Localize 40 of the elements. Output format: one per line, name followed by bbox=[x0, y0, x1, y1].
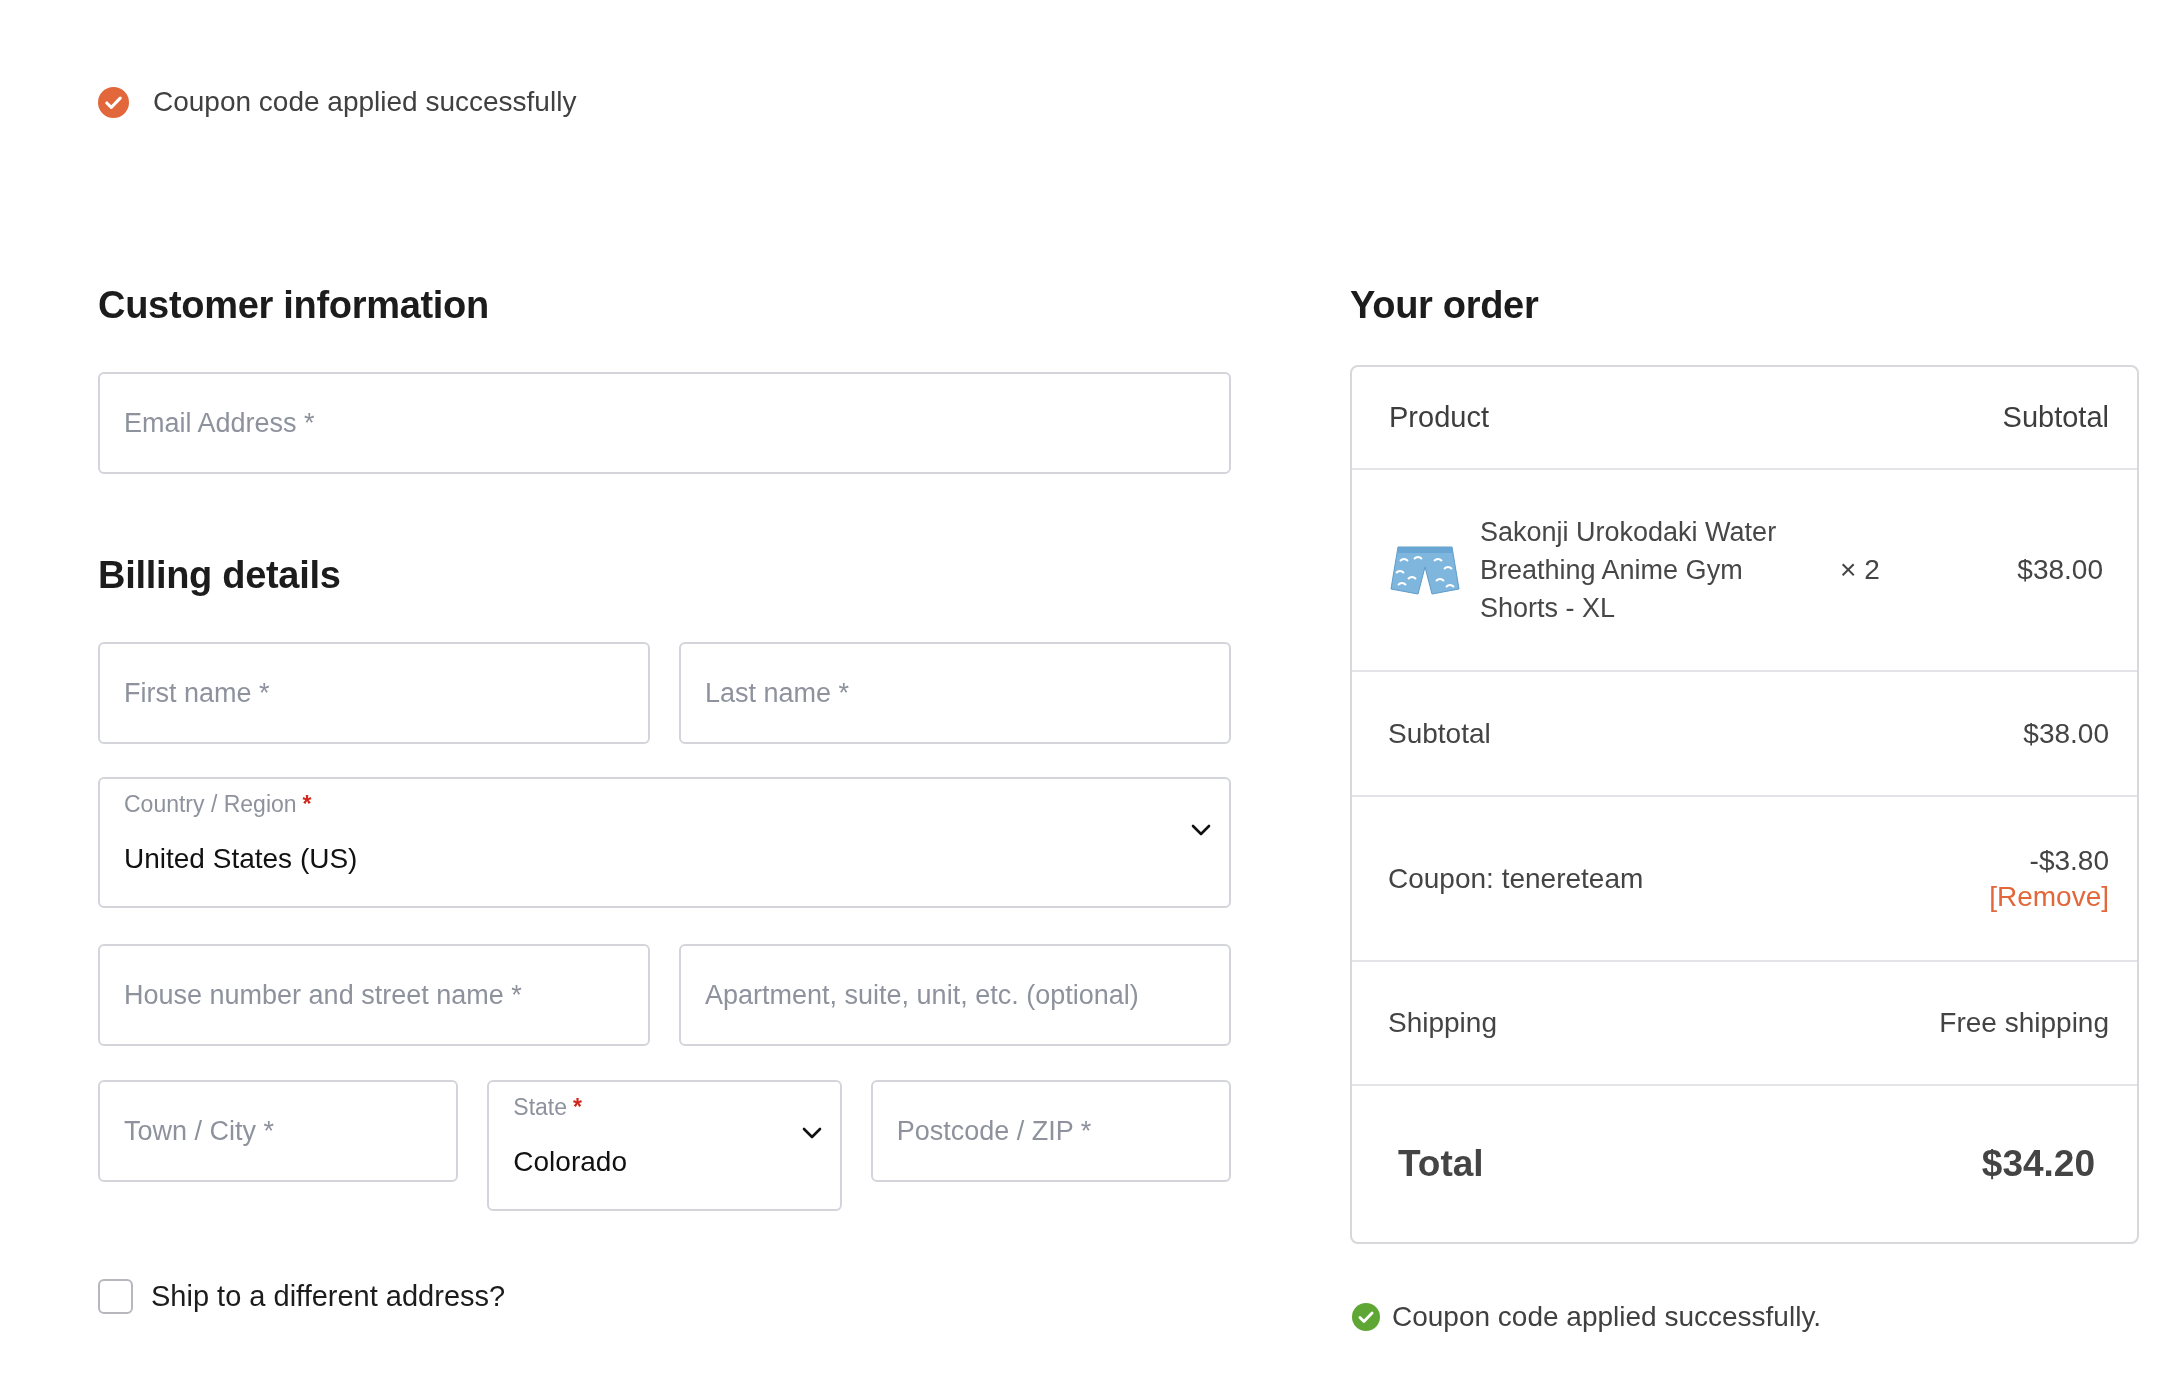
product-quantity: × 2 bbox=[1840, 554, 1881, 586]
input-field[interactable]: House number and street name * bbox=[98, 944, 650, 1046]
input-field[interactable]: Postcode / ZIP * bbox=[870, 1080, 1231, 1182]
input-field[interactable]: Email Address * bbox=[98, 372, 1231, 474]
input-field[interactable]: Apartment, suite, unit, etc. (optional) bbox=[679, 944, 1231, 1046]
field-label: Country / Region bbox=[124, 790, 297, 818]
summary-value: Free shipping bbox=[1939, 1007, 2109, 1039]
section-heading: Your order bbox=[1350, 283, 1540, 328]
product-name: Sakonji Urokodaki Water Breathing Anime Gym Shorts - XL bbox=[1480, 516, 1778, 625]
summary-label: Coupon: tenereteam bbox=[1388, 862, 1644, 895]
dropdown-field[interactable]: State * Colorado bbox=[487, 1080, 842, 1211]
chevron-down-icon bbox=[1191, 824, 1211, 836]
input-field[interactable]: First name * bbox=[98, 642, 650, 744]
column-header: Subtotal bbox=[2002, 401, 2109, 434]
required-mark: * bbox=[573, 1093, 582, 1121]
dropdown-field[interactable]: Country / Region * United States (US) bbox=[98, 777, 1231, 908]
chevron-down-icon bbox=[801, 1127, 822, 1139]
summary-label: Subtotal bbox=[1388, 717, 1491, 750]
summary-value: -$3.80 bbox=[2029, 844, 2109, 877]
checkbox-label: Ship to a different address? bbox=[151, 1280, 506, 1313]
selected-value: United States (US) bbox=[124, 843, 359, 875]
summary-label: Shipping bbox=[1388, 1007, 1497, 1039]
product-price: $38.00 bbox=[2017, 554, 2103, 586]
required-mark: * bbox=[302, 790, 312, 818]
summary-value: $34.20 bbox=[1981, 1143, 2095, 1185]
column-header: Product bbox=[1389, 401, 1489, 434]
selected-value: Colorado bbox=[513, 1146, 628, 1178]
section-heading: Billing details bbox=[98, 553, 342, 598]
notice-message: Coupon code applied successfully. bbox=[1392, 1301, 1822, 1333]
check-circle-icon bbox=[98, 86, 129, 118]
input-field[interactable]: Last name * bbox=[679, 642, 1231, 744]
checkbox[interactable] bbox=[98, 1279, 133, 1314]
summary-value: $38.00 bbox=[2023, 717, 2109, 750]
shorts-icon bbox=[1390, 543, 1460, 597]
check-circle-icon bbox=[1352, 1303, 1380, 1331]
summary-label: Total bbox=[1398, 1143, 1484, 1185]
notice-message: Coupon code applied successfully bbox=[153, 86, 577, 118]
section-heading: Customer information bbox=[98, 283, 490, 328]
field-label: State bbox=[513, 1093, 568, 1121]
input-field[interactable]: Town / City * bbox=[98, 1080, 459, 1182]
